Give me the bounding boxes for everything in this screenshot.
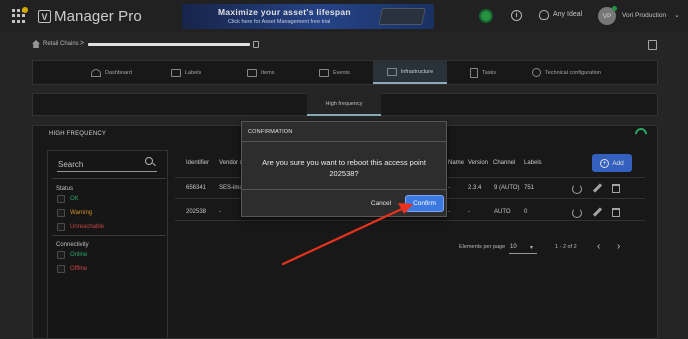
dialog-message: Are you sure you want to reboot this acc… [250, 157, 438, 179]
divider [241, 189, 447, 190]
dialog-message-line: 202538? [329, 169, 359, 178]
cancel-button[interactable]: Cancel [367, 197, 395, 209]
divider [241, 141, 447, 142]
confirm-button[interactable]: Confirm [405, 195, 444, 212]
dialog-message-line: Are you sure you want to reboot this acc… [262, 158, 426, 167]
dialog-title: CONFIRMATION [248, 129, 293, 135]
